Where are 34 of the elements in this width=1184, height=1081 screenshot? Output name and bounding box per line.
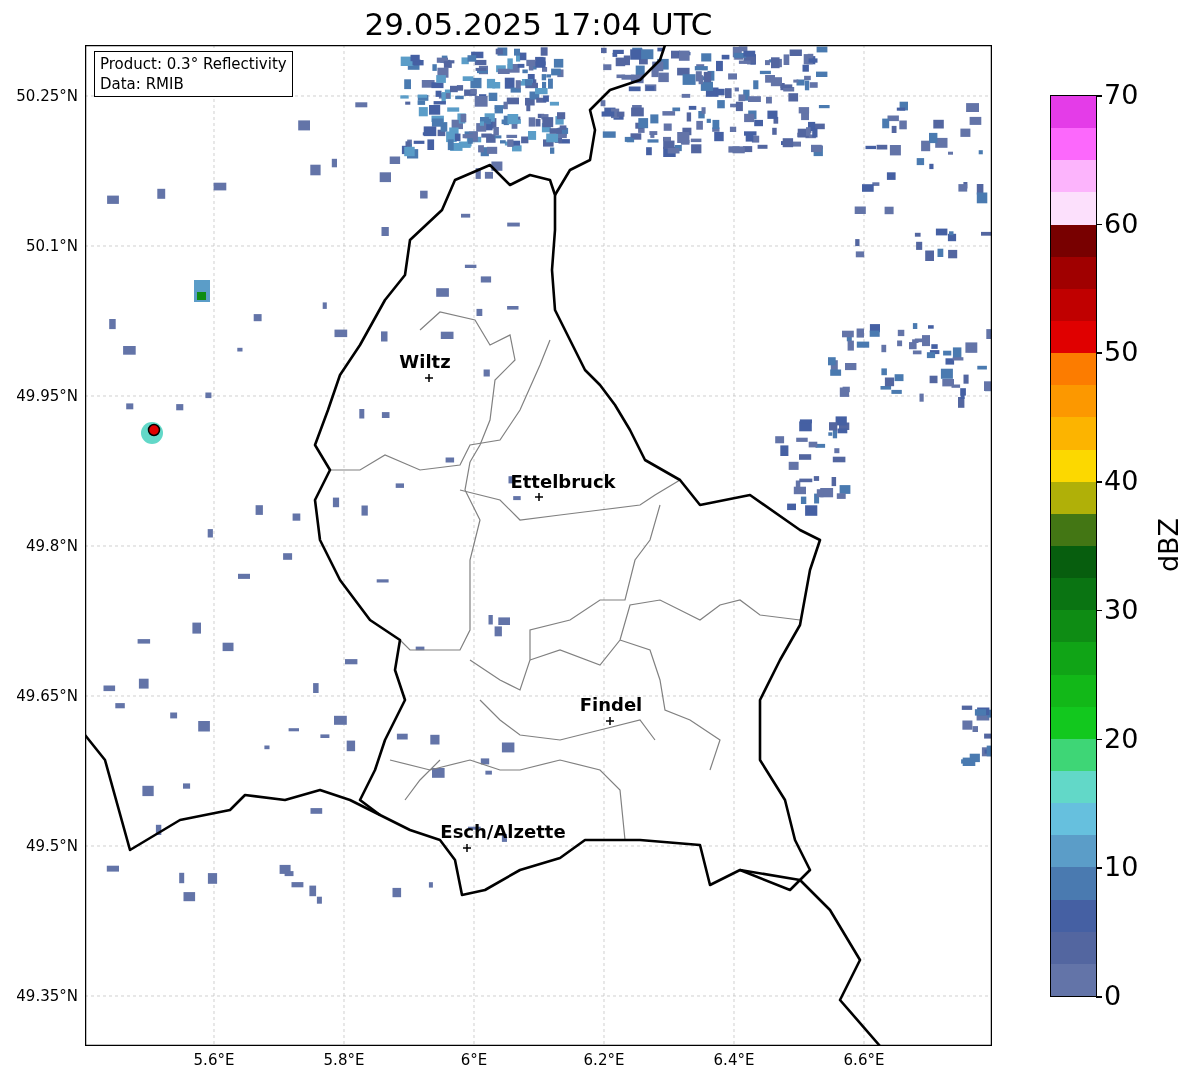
latitude-label: 49.65°N — [16, 687, 78, 705]
colorbar-title: dBZ — [1154, 517, 1184, 573]
colorbar-tick-label: 50 — [1104, 337, 1139, 368]
city-label: Wiltz — [399, 352, 451, 372]
city-label: Ettelbruck — [510, 472, 616, 492]
city-marker-icon — [534, 492, 544, 502]
colorbar-tick-label: 0 — [1104, 981, 1122, 1011]
colorbar-tick-label: 10 — [1104, 852, 1139, 883]
colorbar-tick-label: 20 — [1104, 723, 1139, 754]
info-text: Data: RMIB — [100, 74, 185, 94]
city-label: Esch/Alzette — [440, 822, 566, 842]
longitude-label: 5.6°E — [193, 1051, 235, 1069]
longitude-label: 6°E — [460, 1051, 488, 1069]
longitude-label: 6.4°E — [713, 1051, 755, 1069]
latitude-label: 49.5°N — [25, 837, 78, 855]
city-marker-icon — [462, 843, 472, 853]
info-text: Product: 0.3° Reflectivity — [100, 54, 287, 74]
longitude-label: 6.6°E — [843, 1051, 885, 1069]
latitude-label: 49.35°N — [16, 987, 78, 1005]
colorbar-tick-label: 40 — [1104, 466, 1139, 497]
longitude-label: 6.2°E — [583, 1051, 625, 1069]
city-marker-icon — [424, 373, 434, 383]
latitude-label: 50.1°N — [25, 237, 78, 255]
city-label: Findel — [579, 695, 643, 715]
colorbar-tick-label: 30 — [1104, 594, 1139, 625]
latitude-label: 50.25°N — [16, 87, 78, 105]
colorbar-tick-label: 60 — [1104, 208, 1139, 239]
longitude-label: 5.8°E — [323, 1051, 365, 1069]
chart-title: 29.05.2025 17:04 UTC — [363, 5, 714, 44]
colorbar-tick-label: 70 — [1104, 80, 1139, 110]
latitude-label: 49.95°N — [16, 387, 78, 405]
latitude-label: 49.8°N — [25, 537, 78, 555]
city-marker-icon — [605, 716, 615, 726]
radar-site-icon — [147, 423, 161, 437]
